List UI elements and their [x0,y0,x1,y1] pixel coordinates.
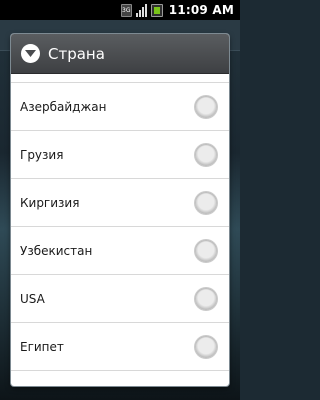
signal-strength-icon [135,3,147,17]
radio-button[interactable] [195,143,217,166]
list-divider [11,74,229,83]
chevron-down-circle-icon [21,44,40,63]
network-type-label: 3G [122,6,131,14]
network-type-icon: 3G [120,3,132,17]
dialog-title: Страна [48,44,105,63]
radio-button[interactable] [195,335,217,358]
country-option-label: Египет [20,339,64,354]
country-option[interactable]: Узбекистан [11,227,229,275]
country-option-label: Узбекистан [20,243,93,258]
country-option[interactable]: Азербайджан [11,83,229,131]
country-option[interactable]: Египет [11,323,229,371]
radio-button[interactable] [195,95,217,118]
status-time: 11:09 AM [168,3,234,17]
radio-button[interactable] [195,287,217,310]
country-option-label: Киргизия [20,195,80,210]
country-option[interactable]: Грузия [11,131,229,179]
country-dialog: Страна Азербайджан Грузия Киргизия Узбек… [11,34,229,386]
country-option[interactable]: Киргизия [11,179,229,227]
country-option-label: Грузия [20,147,64,162]
country-option-label: Азербайджан [20,99,107,114]
dialog-header: Страна [11,34,229,74]
country-list: Азербайджан Грузия Киргизия Узбекистан U… [11,83,229,371]
country-option[interactable]: USA [11,275,229,323]
battery-icon [150,3,163,17]
country-option-label: USA [20,291,45,306]
radio-button[interactable] [195,239,217,262]
status-bar: 3G 11:09 AM [0,0,240,20]
radio-button[interactable] [195,191,217,214]
